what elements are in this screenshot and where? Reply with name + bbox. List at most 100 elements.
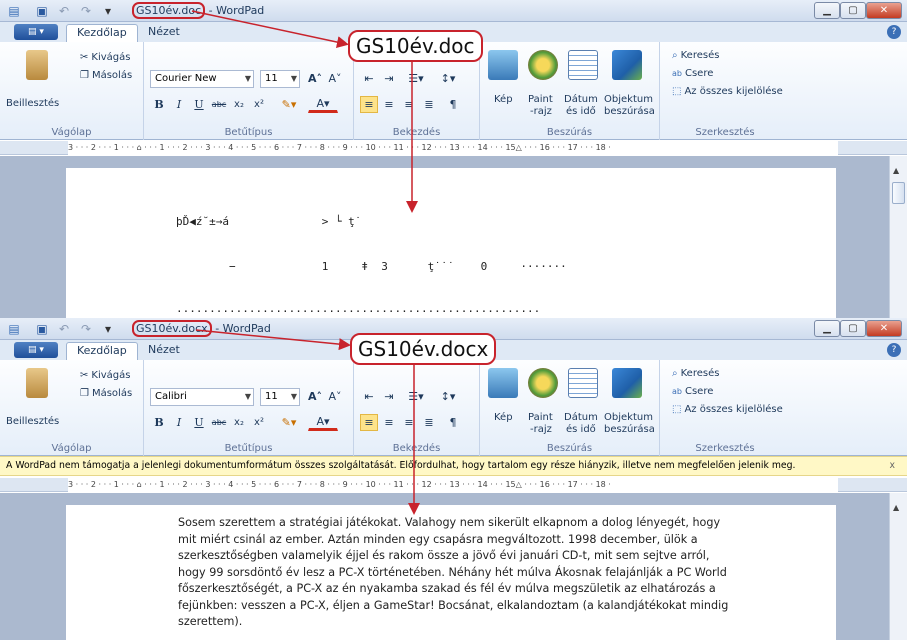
document-page[interactable]: þĎ◀ź˘±→á > └ ţ˙ − 1 ǂ 3 ţ˙˙˙ 0 ······· ·… [66, 168, 836, 318]
wordpad-app-icon[interactable]: ▤ [6, 3, 22, 19]
superscript-button[interactable]: x² [250, 96, 268, 113]
info-bar-close-button[interactable]: x [889, 457, 895, 475]
grow-font-button[interactable]: A˄ [306, 70, 324, 87]
paint-label-1[interactable]: Paint [528, 94, 553, 105]
file-menu-button[interactable]: ▤ ▾ [14, 342, 58, 358]
ruler[interactable]: 3 · · · 2 · · · 1 · · · ⌂ · · · 1 · · · … [0, 141, 907, 155]
object-label-2[interactable]: beszúrása [604, 424, 655, 435]
picture-button[interactable]: Kép [494, 94, 513, 105]
subscript-button[interactable]: x₂ [230, 96, 248, 113]
calendar-icon[interactable] [568, 50, 598, 80]
font-color-button[interactable]: A▾ [308, 96, 338, 113]
scroll-up-icon[interactable]: ▲ [893, 503, 899, 512]
bullet-list-icon[interactable]: ☰▾ [402, 388, 430, 405]
datetime-label-2[interactable]: és idő [566, 106, 596, 117]
increase-indent-icon[interactable]: ⇥ [380, 70, 398, 87]
datetime-label-1[interactable]: Dátum [564, 412, 598, 423]
strikethrough-button[interactable]: abc [210, 96, 228, 113]
object-label-2[interactable]: beszúrása [604, 106, 655, 117]
picture-icon[interactable] [488, 50, 518, 80]
align-right-icon[interactable]: ≡ [400, 96, 418, 113]
align-left-icon[interactable]: ≡ [360, 96, 378, 113]
superscript-button[interactable]: x² [250, 414, 268, 431]
find-button[interactable]: ⌕ Keresés [672, 50, 719, 61]
cut-button[interactable]: ✂ Kivágás [80, 52, 130, 63]
object-label-1[interactable]: Objektum [604, 412, 653, 423]
tab-home[interactable]: Kezdőlap [66, 24, 138, 42]
font-size-combo[interactable]: 11 ▼ [260, 388, 300, 406]
decrease-indent-icon[interactable]: ⇤ [360, 70, 378, 87]
underline-button[interactable]: U [190, 414, 208, 431]
datetime-label-1[interactable]: Dátum [564, 94, 598, 105]
replace-button[interactable]: ab Csere [672, 68, 713, 79]
redo-icon[interactable]: ↷ [78, 321, 94, 337]
tab-view[interactable]: Nézet [138, 24, 190, 42]
subscript-button[interactable]: x₂ [230, 414, 248, 431]
minimize-button[interactable]: ▁ [814, 2, 840, 19]
paint-label-2[interactable]: -rajz [530, 106, 552, 117]
line-spacing-icon[interactable]: ↕▾ [434, 70, 462, 87]
shrink-font-button[interactable]: A˅ [326, 388, 344, 405]
undo-icon[interactable]: ↶ [56, 3, 72, 19]
object-icon[interactable] [612, 50, 642, 80]
help-icon[interactable]: ? [887, 25, 901, 39]
paragraph-settings-icon[interactable]: ¶ [444, 96, 462, 113]
qat-dropdown-icon[interactable]: ▾ [100, 3, 116, 19]
paint-icon[interactable] [528, 50, 558, 80]
shrink-font-button[interactable]: A˅ [326, 70, 344, 87]
select-all-button[interactable]: ⬚ Az összes kijelölése [672, 86, 783, 97]
wordpad-app-icon[interactable]: ▤ [6, 321, 22, 337]
font-size-combo[interactable]: 11 ▼ [260, 70, 300, 88]
strikethrough-button[interactable]: abc [210, 414, 228, 431]
maximize-button[interactable]: ▢ [840, 320, 866, 337]
paste-button[interactable]: Beillesztés [6, 416, 59, 427]
save-icon[interactable]: ▣ [34, 321, 50, 337]
scroll-thumb[interactable] [892, 182, 905, 204]
close-button[interactable]: ✕ [866, 320, 902, 337]
close-button[interactable]: ✕ [866, 2, 902, 19]
copy-button[interactable]: ❐ Másolás [80, 388, 132, 399]
calendar-icon[interactable] [568, 368, 598, 398]
document-page[interactable]: Sosem szerettem a stratégiai játékokat. … [66, 505, 836, 640]
underline-button[interactable]: U [190, 96, 208, 113]
justify-icon[interactable]: ≣ [420, 414, 438, 431]
picture-button[interactable]: Kép [494, 412, 513, 423]
decrease-indent-icon[interactable]: ⇤ [360, 388, 378, 405]
paint-icon[interactable] [528, 368, 558, 398]
object-icon[interactable] [612, 368, 642, 398]
bullet-list-icon[interactable]: ☰▾ [402, 70, 430, 87]
scroll-up-icon[interactable]: ▲ [893, 166, 899, 175]
select-all-button[interactable]: ⬚ Az összes kijelölése [672, 404, 783, 415]
align-center-icon[interactable]: ≡ [380, 414, 398, 431]
find-button[interactable]: ⌕ Keresés [672, 368, 719, 379]
datetime-label-2[interactable]: és idő [566, 424, 596, 435]
paragraph-settings-icon[interactable]: ¶ [444, 414, 462, 431]
save-icon[interactable]: ▣ [34, 3, 50, 19]
minimize-button[interactable]: ▁ [814, 320, 840, 337]
line-spacing-icon[interactable]: ↕▾ [434, 388, 462, 405]
paint-label-2[interactable]: -rajz [530, 424, 552, 435]
help-icon[interactable]: ? [887, 343, 901, 357]
highlight-color-button[interactable]: ✎▾ [274, 96, 304, 113]
align-right-icon[interactable]: ≡ [400, 414, 418, 431]
bold-button[interactable]: B [150, 414, 168, 431]
italic-button[interactable]: I [170, 414, 188, 431]
highlight-color-button[interactable]: ✎▾ [274, 414, 304, 431]
font-color-button[interactable]: A▾ [308, 414, 338, 431]
justify-icon[interactable]: ≣ [420, 96, 438, 113]
qat-dropdown-icon[interactable]: ▾ [100, 321, 116, 337]
file-menu-button[interactable]: ▤ ▾ [14, 24, 58, 40]
increase-indent-icon[interactable]: ⇥ [380, 388, 398, 405]
paste-icon[interactable] [26, 368, 48, 398]
object-label-1[interactable]: Objektum [604, 94, 653, 105]
cut-button[interactable]: ✂ Kivágás [80, 370, 130, 381]
bold-button[interactable]: B [150, 96, 168, 113]
tab-view[interactable]: Nézet [138, 342, 190, 360]
copy-button[interactable]: ❐ Másolás [80, 70, 132, 81]
vertical-scrollbar[interactable]: ▲ [889, 493, 907, 640]
paste-button[interactable]: Beillesztés [6, 98, 59, 109]
undo-icon[interactable]: ↶ [56, 321, 72, 337]
vertical-scrollbar[interactable]: ▲ [889, 156, 907, 318]
paint-label-1[interactable]: Paint [528, 412, 553, 423]
tab-home[interactable]: Kezdőlap [66, 342, 138, 360]
